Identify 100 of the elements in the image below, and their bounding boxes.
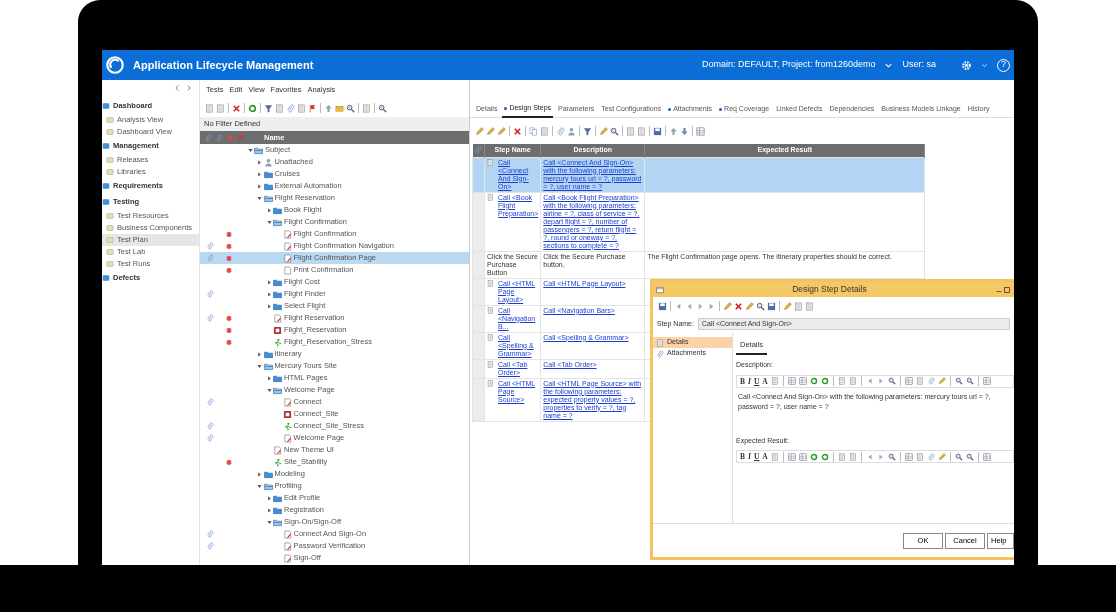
table-icon[interactable] bbox=[904, 452, 913, 461]
expand-arrow-icon[interactable] bbox=[256, 158, 263, 166]
flag-icon[interactable] bbox=[308, 103, 317, 113]
search-icon[interactable] bbox=[610, 126, 619, 136]
expand-arrow-icon[interactable] bbox=[256, 170, 263, 178]
pencil-icon[interactable] bbox=[937, 377, 946, 386]
table-icon[interactable] bbox=[787, 377, 796, 386]
expand-arrow-icon[interactable] bbox=[265, 290, 273, 298]
arrow-up-icon[interactable] bbox=[324, 103, 333, 113]
expand-arrow-icon[interactable] bbox=[265, 278, 273, 286]
paperclip-icon[interactable] bbox=[926, 377, 935, 386]
document-icon[interactable] bbox=[540, 126, 549, 136]
search-icon[interactable] bbox=[965, 452, 974, 461]
document-icon[interactable] bbox=[837, 452, 846, 461]
collapse-arrow-icon[interactable] bbox=[256, 194, 263, 202]
collapse-arrow-icon[interactable] bbox=[265, 218, 273, 226]
arrow-down-icon[interactable] bbox=[680, 126, 689, 136]
collapse-arrow-icon[interactable] bbox=[265, 386, 273, 394]
table-icon[interactable] bbox=[904, 377, 913, 386]
save-icon[interactable] bbox=[653, 126, 662, 136]
table-row[interactable] bbox=[472, 192, 925, 251]
search-icon[interactable] bbox=[346, 103, 355, 113]
paperclip-icon[interactable] bbox=[286, 103, 295, 113]
paperclip-icon[interactable] bbox=[926, 452, 935, 461]
paperclip-icon[interactable] bbox=[556, 126, 565, 136]
table-icon[interactable] bbox=[982, 377, 991, 386]
document-icon[interactable] bbox=[626, 126, 635, 136]
expand-arrow-icon[interactable] bbox=[265, 494, 273, 502]
settings-icon[interactable] bbox=[961, 59, 972, 71]
collapse-arrow-icon[interactable] bbox=[246, 146, 254, 154]
script-icon bbox=[282, 409, 292, 419]
filter-icon[interactable] bbox=[264, 103, 273, 113]
delete-icon[interactable] bbox=[513, 126, 522, 136]
chevron-left-icon[interactable] bbox=[173, 84, 181, 92]
pencil-icon[interactable] bbox=[937, 452, 946, 461]
expand-arrow-icon[interactable] bbox=[265, 206, 273, 214]
chevron-right-icon[interactable] bbox=[185, 84, 193, 92]
document-icon[interactable] bbox=[805, 301, 814, 311]
table-icon[interactable] bbox=[798, 377, 807, 386]
table-icon[interactable] bbox=[982, 452, 991, 461]
document-icon[interactable] bbox=[770, 377, 779, 386]
person-icon bbox=[263, 157, 273, 167]
collapse-arrow-icon[interactable] bbox=[265, 518, 273, 526]
table-icon[interactable] bbox=[787, 452, 796, 461]
chevron-down-icon[interactable] bbox=[981, 61, 988, 69]
collapse-arrow-icon[interactable] bbox=[256, 482, 263, 490]
delete-icon[interactable] bbox=[734, 301, 743, 311]
runner-icon bbox=[273, 337, 282, 347]
document-icon[interactable] bbox=[848, 377, 857, 386]
table-icon[interactable] bbox=[798, 452, 807, 461]
expand-arrow-icon[interactable] bbox=[265, 374, 273, 382]
next-icon[interactable] bbox=[876, 377, 885, 386]
document-icon[interactable] bbox=[848, 452, 857, 461]
document-icon[interactable] bbox=[837, 377, 846, 386]
document-icon[interactable] bbox=[915, 377, 924, 386]
expand-arrow-icon[interactable] bbox=[265, 506, 273, 514]
document-icon[interactable] bbox=[275, 103, 284, 113]
search-icon[interactable] bbox=[954, 452, 963, 461]
pencil-icon[interactable] bbox=[783, 301, 792, 311]
table-icon[interactable] bbox=[696, 126, 705, 136]
document-icon[interactable] bbox=[362, 103, 371, 113]
document-icon[interactable] bbox=[297, 103, 306, 113]
document-icon[interactable] bbox=[205, 103, 214, 113]
folder-icon bbox=[273, 385, 282, 395]
expand-arrow-icon[interactable] bbox=[256, 470, 263, 478]
next-icon[interactable] bbox=[876, 452, 885, 461]
search-icon[interactable] bbox=[756, 301, 765, 311]
test-page-icon bbox=[282, 229, 292, 239]
save-icon[interactable] bbox=[658, 301, 667, 311]
script-icon bbox=[273, 325, 282, 335]
pencil-icon[interactable] bbox=[723, 301, 732, 311]
arrow-up-icon[interactable] bbox=[669, 126, 678, 136]
document-icon[interactable] bbox=[637, 126, 646, 136]
paperclip-icon bbox=[474, 146, 483, 155]
logo-icon[interactable] bbox=[106, 56, 124, 74]
search-icon[interactable] bbox=[887, 452, 896, 461]
refresh-icon[interactable] bbox=[248, 103, 257, 113]
folder-icon bbox=[273, 217, 282, 227]
search-icon[interactable] bbox=[378, 103, 387, 113]
save-icon[interactable] bbox=[767, 301, 776, 311]
maximize-icon[interactable] bbox=[1003, 285, 1011, 294]
paperclip-icon bbox=[656, 349, 664, 358]
copy-icon[interactable] bbox=[529, 126, 538, 136]
person-icon[interactable] bbox=[567, 126, 576, 136]
project-selector[interactable]: Domain: DEFAULT, Project: from1260demo bbox=[702, 58, 876, 72]
document-icon[interactable] bbox=[216, 103, 225, 113]
expand-arrow-icon[interactable] bbox=[256, 350, 263, 358]
search-icon[interactable] bbox=[954, 377, 963, 386]
filter-icon[interactable] bbox=[583, 126, 592, 136]
expand-arrow-icon[interactable] bbox=[265, 302, 273, 310]
search-icon[interactable] bbox=[965, 377, 974, 386]
search-icon[interactable] bbox=[887, 377, 896, 386]
document-icon[interactable] bbox=[770, 452, 779, 461]
dialog-title: Design Step Details bbox=[791, 283, 868, 296]
collapse-arrow-icon[interactable] bbox=[256, 362, 263, 370]
document-icon[interactable] bbox=[794, 301, 803, 311]
expand-arrow-icon[interactable] bbox=[256, 182, 263, 190]
folder-icon bbox=[263, 469, 273, 479]
document-icon[interactable] bbox=[915, 452, 924, 461]
delete-icon[interactable] bbox=[232, 103, 241, 113]
